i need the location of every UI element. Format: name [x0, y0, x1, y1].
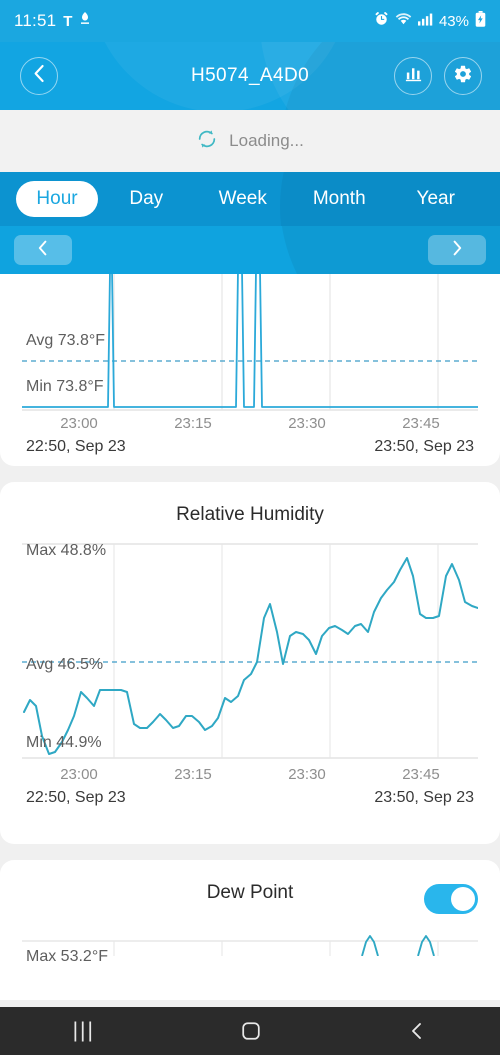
status-bar: 11:51 T 43% — [0, 0, 500, 42]
x-tick: 23:15 — [174, 415, 212, 432]
home-circle-icon[interactable] — [240, 1020, 262, 1042]
range-start: 22:50, Sep 23 — [26, 438, 126, 455]
relative-humidity-title: Relative Humidity — [176, 504, 324, 525]
x-tick: 23:30 — [288, 766, 326, 783]
loading-bar: Loading... — [0, 110, 500, 172]
temperature-avg-label: Avg 73.8°F — [26, 332, 106, 349]
x-tick: 23:30 — [288, 415, 326, 432]
temperature-min-label: Min 73.8°F — [26, 378, 104, 395]
relative-humidity-plot — [22, 540, 479, 762]
signal-icon — [417, 12, 433, 31]
x-tick: 23:00 — [60, 415, 98, 432]
chart-card-relative-humidity: Relative Humidity Max 48.8% Avg 46.5% Mi… — [0, 482, 500, 844]
battery-percent: 43% — [438, 12, 469, 30]
tab-month[interactable]: Month — [291, 181, 388, 217]
temperature-range-row: 22:50, Sep 23 23:50, Sep 23 — [26, 438, 474, 474]
refresh-spinner-icon — [196, 128, 218, 155]
battery-charging-icon — [475, 10, 486, 32]
status-bar-left: 11:51 T — [14, 11, 92, 31]
page-title: H5074_A4D0 — [190, 65, 310, 86]
download-icon — [78, 11, 92, 31]
period-pager — [0, 226, 500, 274]
humidity-x-axis: 23:00 23:15 23:30 23:45 — [22, 766, 478, 783]
range-end: 23:50, Sep 23 — [374, 789, 474, 806]
tab-week[interactable]: Week — [195, 181, 292, 217]
x-tick: 23:45 — [402, 415, 440, 432]
humidity-min-label: Min 44.9% — [26, 734, 102, 751]
charts-scroll-area[interactable]: Avg 73.8°F Min 73.8°F 23:00 23:15 23:30 … — [0, 274, 500, 1007]
carrier-icon: T — [63, 12, 72, 30]
humidity-range-row: 22:50, Sep 23 23:50, Sep 23 — [26, 789, 474, 825]
tab-hour[interactable]: Hour — [16, 181, 98, 217]
humidity-max-label: Max 48.8% — [26, 542, 107, 559]
tab-day[interactable]: Day — [98, 181, 195, 217]
status-time: 11:51 — [14, 11, 57, 30]
chart-view-button[interactable] — [394, 57, 432, 95]
x-tick: 23:15 — [174, 766, 212, 783]
temperature-x-axis: 23:00 23:15 23:30 23:45 — [22, 415, 478, 432]
chevron-right-icon — [451, 240, 463, 261]
chevron-left-icon — [37, 240, 49, 261]
previous-period-button[interactable] — [14, 235, 72, 265]
next-period-button[interactable] — [428, 235, 486, 265]
bar-chart-icon — [404, 64, 423, 88]
tab-year[interactable]: Year — [388, 181, 485, 217]
chevron-left-icon — [32, 64, 47, 88]
app-header: H5074_A4D0 — [0, 42, 500, 110]
range-end: 23:50, Sep 23 — [374, 438, 474, 455]
android-nav-bar: ||| — [0, 1007, 500, 1055]
wifi-icon — [395, 12, 412, 31]
settings-button[interactable] — [444, 57, 482, 95]
chart-card-dew-point: Dew Point Max 53.2°F — [0, 860, 500, 1000]
humidity-avg-label: Avg 46.5% — [26, 656, 104, 673]
range-tab-bar: Hour Day Week Month Year — [0, 172, 500, 226]
status-bar-right: 43% — [374, 10, 486, 32]
toggle-knob — [451, 887, 475, 911]
alarm-icon — [374, 11, 389, 31]
relative-humidity-line-chart — [22, 543, 479, 759]
dew-point-max-label: Max 53.2°F — [26, 948, 108, 965]
recents-icon[interactable]: ||| — [73, 1019, 95, 1043]
loading-label: Loading... — [229, 131, 304, 150]
gear-icon — [453, 64, 473, 89]
chart-card-temperature: Avg 73.8°F Min 73.8°F 23:00 23:15 23:30 … — [0, 274, 500, 466]
x-tick: 23:00 — [60, 766, 98, 783]
card-divider — [0, 844, 500, 860]
dew-point-toggle[interactable] — [424, 884, 478, 914]
range-start: 22:50, Sep 23 — [26, 789, 126, 806]
x-tick: 23:45 — [402, 766, 440, 783]
back-button[interactable] — [20, 57, 58, 95]
back-chevron-icon[interactable] — [407, 1021, 427, 1041]
